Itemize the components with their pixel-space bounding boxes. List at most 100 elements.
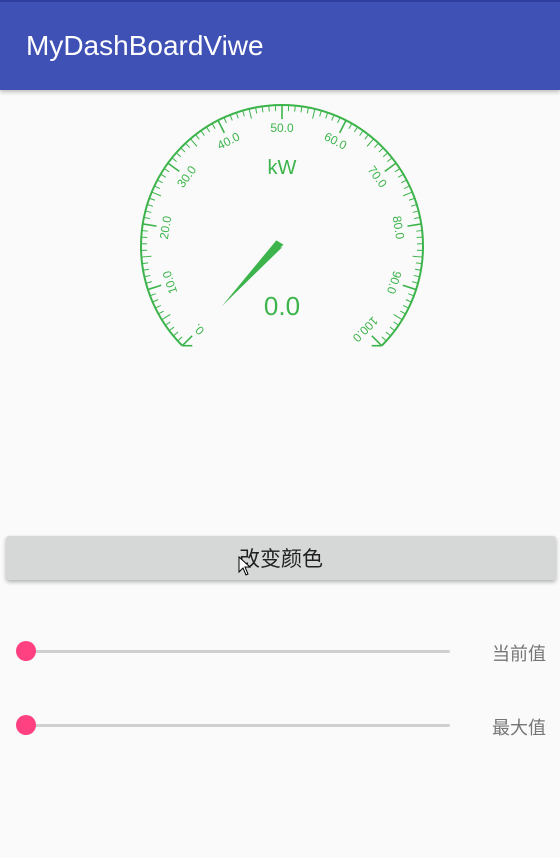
gauge-minor-tick xyxy=(235,112,239,119)
gauge-minor-tick xyxy=(268,105,270,112)
gauge-minor-tick xyxy=(149,293,156,297)
gauge-minor-tick xyxy=(190,138,198,147)
gauge-tick-label: 20.0 xyxy=(157,215,175,241)
app-title: MyDashBoardViwe xyxy=(26,30,264,61)
gauge-major-tick xyxy=(142,223,157,227)
gauge-minor-tick xyxy=(397,173,404,178)
current-value-slider[interactable] xyxy=(14,639,454,663)
max-value-label: 最大值 xyxy=(492,718,546,739)
gauge-minor-tick xyxy=(157,179,163,184)
gauge-minor-tick xyxy=(410,204,417,207)
gauge-minor-tick xyxy=(155,304,161,309)
gauge-minor-tick xyxy=(160,173,167,178)
gauge-minor-tick xyxy=(348,123,353,129)
gauge-minor-tick xyxy=(319,110,322,117)
gauge-minor-tick xyxy=(223,117,227,124)
gauge-minor-tick xyxy=(405,299,412,303)
gauge-minor-tick xyxy=(163,168,170,173)
gauge-minor-tick xyxy=(300,106,303,113)
gauge-minor-tick xyxy=(141,255,152,258)
gauge-major-tick xyxy=(167,162,180,172)
gauge-minor-tick xyxy=(154,185,161,189)
gauge-minor-tick xyxy=(378,147,384,153)
gauge-minor-tick xyxy=(177,336,183,342)
gauge-major-tick xyxy=(338,120,347,134)
gauge-minor-tick xyxy=(195,134,200,140)
gauge-major-tick xyxy=(147,284,162,291)
gauge-tick-label: 0. xyxy=(190,321,207,338)
app-bar: MyDashBoardViwe xyxy=(0,0,560,90)
gauge-minor-tick xyxy=(387,157,393,162)
gauge-tick-label: 40.0 xyxy=(215,129,242,152)
gauge-minor-tick xyxy=(393,314,403,321)
change-color-button[interactable]: 改变颜色 xyxy=(6,536,556,580)
gauge-minor-tick xyxy=(413,274,420,278)
gauge-minor-tick xyxy=(403,185,410,189)
gauge-minor-tick xyxy=(173,331,179,337)
gauge-major-tick xyxy=(181,335,193,347)
gauge-minor-tick xyxy=(149,197,156,201)
gauge-minor-tick xyxy=(255,107,258,114)
gauge-minor-tick xyxy=(261,106,264,113)
gauge-minor-tick xyxy=(364,134,369,140)
gauge-minor-tick xyxy=(412,255,423,258)
gauge-minor-tick xyxy=(171,157,177,162)
gauge-tick-label: 30.0 xyxy=(174,163,199,190)
gauge-minor-tick xyxy=(211,123,216,129)
max-value-slider[interactable] xyxy=(14,713,454,737)
gauge-minor-tick xyxy=(385,331,391,337)
gauge-minor-tick xyxy=(408,197,415,201)
gauge-minor-tick xyxy=(414,216,421,220)
gauge-minor-tick xyxy=(242,110,245,117)
dashboard-gauge: 0.10.020.030.040.050.060.070.080.090.010… xyxy=(140,104,424,347)
gauge-minor-tick xyxy=(414,268,421,271)
current-value-label: 当前值 xyxy=(492,644,546,665)
gauge-tick-label: 70.0 xyxy=(365,163,390,190)
gauge-minor-tick xyxy=(180,147,186,153)
gauge-minor-tick xyxy=(141,230,148,232)
gauge-minor-tick xyxy=(353,126,358,133)
gauge-minor-tick xyxy=(312,108,316,119)
gauge-minor-tick xyxy=(389,326,396,332)
gauge-minor-tick xyxy=(394,168,401,173)
gauge-minor-tick xyxy=(147,204,154,207)
gauge-minor-tick xyxy=(402,191,413,197)
gauge-minor-tick xyxy=(403,304,409,309)
gauge-major-tick xyxy=(407,223,422,227)
gauge-major-tick xyxy=(384,162,397,172)
gauge-value-readout: 0.0 xyxy=(264,291,300,321)
gauge-major-tick xyxy=(402,284,417,291)
gauge-minor-tick xyxy=(145,210,152,213)
gauge-minor-tick xyxy=(158,310,164,315)
current-value-slider-thumb[interactable] xyxy=(16,641,36,661)
gauge-minor-tick xyxy=(143,216,150,220)
status-line xyxy=(0,0,560,2)
gauge-major-tick xyxy=(371,335,383,347)
gauge-minor-tick xyxy=(294,105,296,112)
gauge-minor-tick xyxy=(143,268,150,271)
max-value-slider-thumb[interactable] xyxy=(16,715,36,735)
gauge-minor-tick xyxy=(400,310,406,315)
current-value-slider-track[interactable] xyxy=(26,650,450,653)
gauge-minor-tick xyxy=(152,299,159,303)
gauge-minor-tick xyxy=(144,274,151,278)
gauge-minor-tick xyxy=(366,138,374,147)
gauge-minor-tick xyxy=(359,130,364,136)
gauge-tick-label: 90.0 xyxy=(384,269,405,296)
gauge-minor-tick xyxy=(337,117,341,124)
gauge-minor-tick xyxy=(412,281,419,284)
gauge-minor-tick xyxy=(145,281,152,284)
gauge-minor-tick xyxy=(408,293,415,297)
gauge-minor-tick xyxy=(229,114,233,121)
gauge-minor-tick xyxy=(206,126,211,133)
gauge-tick-label: 60.0 xyxy=(322,129,349,152)
max-value-slider-track[interactable] xyxy=(26,724,450,727)
gauge-major-tick xyxy=(217,120,226,134)
gauge-tick-label: 10.0 xyxy=(160,269,181,296)
gauge-tick-label: 80.0 xyxy=(390,215,408,241)
gauge-unit-label: kW xyxy=(268,157,297,179)
gauge-minor-tick xyxy=(331,114,335,121)
gauge-minor-tick xyxy=(165,321,171,326)
gauge-minor-tick xyxy=(382,152,389,158)
gauge-minor-tick xyxy=(248,108,252,119)
